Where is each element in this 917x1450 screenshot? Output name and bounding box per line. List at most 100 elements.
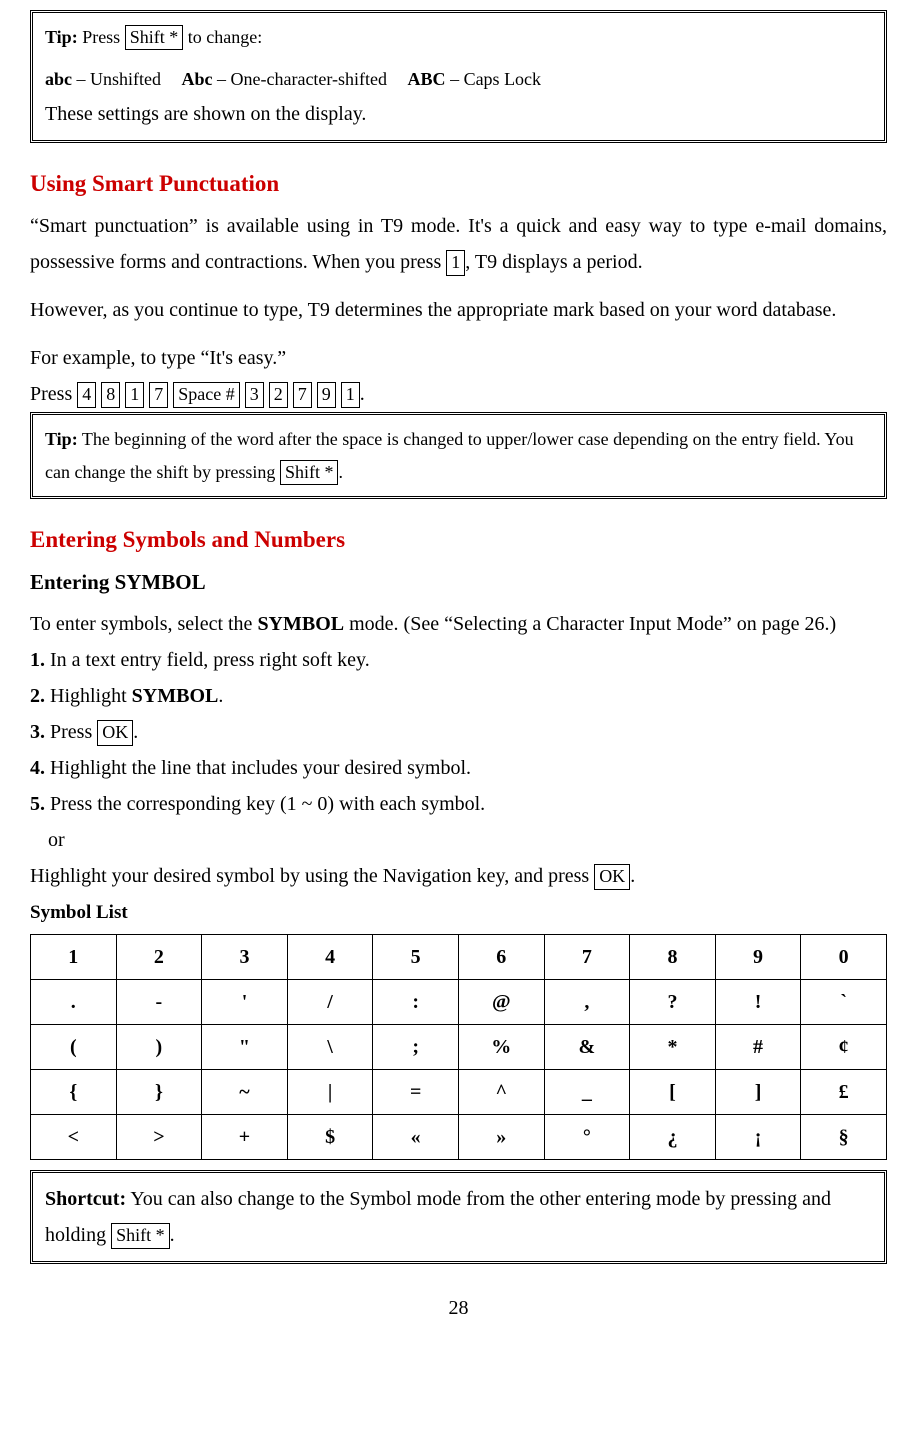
key-seq-6: 2 bbox=[269, 382, 288, 407]
table-row: ( ) " \ ; % & * # ¢ bbox=[31, 1025, 887, 1070]
heading-smart-punctuation: Using Smart Punctuation bbox=[30, 163, 887, 204]
sym-cell: 7 bbox=[544, 935, 630, 980]
key-seq-0: 4 bbox=[77, 382, 96, 407]
tip2-text2: . bbox=[338, 462, 343, 482]
mode-ABC-b: ABC bbox=[408, 69, 446, 89]
step-6-a: Highlight your desired symbol by using t… bbox=[30, 865, 594, 887]
sym-cell: 0 bbox=[801, 935, 887, 980]
key-seq-8: 9 bbox=[317, 382, 336, 407]
sym-cell: $ bbox=[287, 1115, 373, 1160]
sym-cell: « bbox=[373, 1115, 459, 1160]
step-2-num: 2. bbox=[30, 685, 45, 707]
sp-para-2: However, as you continue to type, T9 det… bbox=[30, 292, 887, 328]
sym-cell: 1 bbox=[31, 935, 117, 980]
sym-cell: ` bbox=[801, 980, 887, 1025]
step-2: 2. Highlight SYMBOL. bbox=[30, 678, 887, 714]
step-4-num: 4. bbox=[30, 757, 45, 779]
mode-abc-b: abc bbox=[45, 69, 72, 89]
sym-cell: ) bbox=[116, 1025, 202, 1070]
sp-para-4: Press 4 8 1 7 Space # 3 2 7 9 1 . bbox=[30, 376, 887, 412]
sym-cell: 6 bbox=[458, 935, 544, 980]
tip-box-1: Tip: Press Shift * to change: abc – Unsh… bbox=[30, 10, 887, 143]
tip-tochange: to change: bbox=[183, 27, 262, 47]
step-6: Highlight your desired symbol by using t… bbox=[30, 858, 887, 894]
key-seq-2: 1 bbox=[125, 382, 144, 407]
sym-cell: ~ bbox=[202, 1070, 288, 1115]
sym-cell: : bbox=[373, 980, 459, 1025]
sp-para-1: “Smart punctuation” is available using i… bbox=[30, 208, 887, 280]
key-ok: OK bbox=[97, 720, 133, 745]
sym-cell: 5 bbox=[373, 935, 459, 980]
step-4: 4. Highlight the line that includes your… bbox=[30, 750, 887, 786]
step-2-tb: . bbox=[218, 685, 223, 707]
sym-cell: ° bbox=[544, 1115, 630, 1160]
table-row: < > + $ « » ° ¿ ¡ § bbox=[31, 1115, 887, 1160]
key-seq-5: 3 bbox=[245, 382, 264, 407]
sym-cell: ¿ bbox=[630, 1115, 716, 1160]
tip2-label: Tip: bbox=[45, 429, 78, 449]
sym-cell: @ bbox=[458, 980, 544, 1025]
sym-cell: ' bbox=[202, 980, 288, 1025]
table-row: . - ' / : @ , ? ! ` bbox=[31, 980, 887, 1025]
sym-cell: | bbox=[287, 1070, 373, 1115]
symbol-table: 1 2 3 4 5 6 7 8 9 0 . - ' / : @ , ? ! ` … bbox=[30, 934, 887, 1160]
sym-cell: < bbox=[31, 1115, 117, 1160]
sym-cell: ; bbox=[373, 1025, 459, 1070]
sym-cell: " bbox=[202, 1025, 288, 1070]
key-seq-3: 7 bbox=[149, 382, 168, 407]
mode-Abc-b: Abc bbox=[182, 69, 213, 89]
sym-cell: » bbox=[458, 1115, 544, 1160]
key-shift-star: Shift * bbox=[125, 25, 184, 50]
tip-box-2: Tip: The beginning of the word after the… bbox=[30, 412, 887, 499]
table-row: 1 2 3 4 5 6 7 8 9 0 bbox=[31, 935, 887, 980]
or-line: or bbox=[30, 822, 887, 858]
mode-abc-t: – Unshifted bbox=[72, 69, 161, 89]
sp-p1b: , T9 displays a period. bbox=[465, 251, 642, 273]
sp-p4pre: Press bbox=[30, 383, 77, 405]
sym-cell: . bbox=[31, 980, 117, 1025]
sym-cell: ^ bbox=[458, 1070, 544, 1115]
step-5-num: 5. bbox=[30, 793, 45, 815]
page-number: 28 bbox=[30, 1290, 887, 1326]
tip-label: Tip: bbox=[45, 27, 78, 47]
sym-p1a: To enter symbols, select the bbox=[30, 613, 257, 635]
mode-Abc-t: – One-character-shifted bbox=[213, 69, 388, 89]
key-seq-7: 7 bbox=[293, 382, 312, 407]
sym-cell: + bbox=[202, 1115, 288, 1160]
step-1-num: 1. bbox=[30, 649, 45, 671]
sym-cell: & bbox=[544, 1025, 630, 1070]
sym-cell: ¢ bbox=[801, 1025, 887, 1070]
sym-cell: ( bbox=[31, 1025, 117, 1070]
sub-heading-symbol: Entering SYMBOL bbox=[30, 564, 887, 602]
sym-cell: ] bbox=[715, 1070, 801, 1115]
sym-cell: - bbox=[116, 980, 202, 1025]
sym-cell: % bbox=[458, 1025, 544, 1070]
shortcut-label: Shortcut: bbox=[45, 1188, 126, 1210]
sym-cell: 8 bbox=[630, 935, 716, 980]
sym-cell: ! bbox=[715, 980, 801, 1025]
heading-symbols-numbers: Entering Symbols and Numbers bbox=[30, 519, 887, 560]
key-shift-star-2: Shift * bbox=[280, 460, 339, 485]
sym-cell: £ bbox=[801, 1070, 887, 1115]
tip2-text1: The beginning of the word after the spac… bbox=[45, 429, 854, 481]
sym-cell: ? bbox=[630, 980, 716, 1025]
table-row: { } ~ | = ^ _ [ ] £ bbox=[31, 1070, 887, 1115]
sym-cell: / bbox=[287, 980, 373, 1025]
sym-cell: } bbox=[116, 1070, 202, 1115]
sym-p1bold: SYMBOL bbox=[257, 613, 344, 635]
sym-cell: 2 bbox=[116, 935, 202, 980]
key-seq-1: 8 bbox=[101, 382, 120, 407]
sym-cell: 3 bbox=[202, 935, 288, 980]
key-ok-2: OK bbox=[594, 864, 630, 889]
sym-cell: * bbox=[630, 1025, 716, 1070]
tip-line-1: Tip: Press Shift * to change: bbox=[45, 21, 872, 53]
mode-ABC-t: – Caps Lock bbox=[446, 69, 541, 89]
tip-footer: These settings are shown on the display. bbox=[45, 96, 872, 132]
sym-cell: , bbox=[544, 980, 630, 1025]
key-1: 1 bbox=[446, 250, 465, 275]
step-3-num: 3. bbox=[30, 721, 45, 743]
step-2-ta: Highlight bbox=[45, 685, 132, 707]
tip-press: Press bbox=[78, 27, 125, 47]
key-seq-9: 1 bbox=[341, 382, 360, 407]
sym-cell: _ bbox=[544, 1070, 630, 1115]
